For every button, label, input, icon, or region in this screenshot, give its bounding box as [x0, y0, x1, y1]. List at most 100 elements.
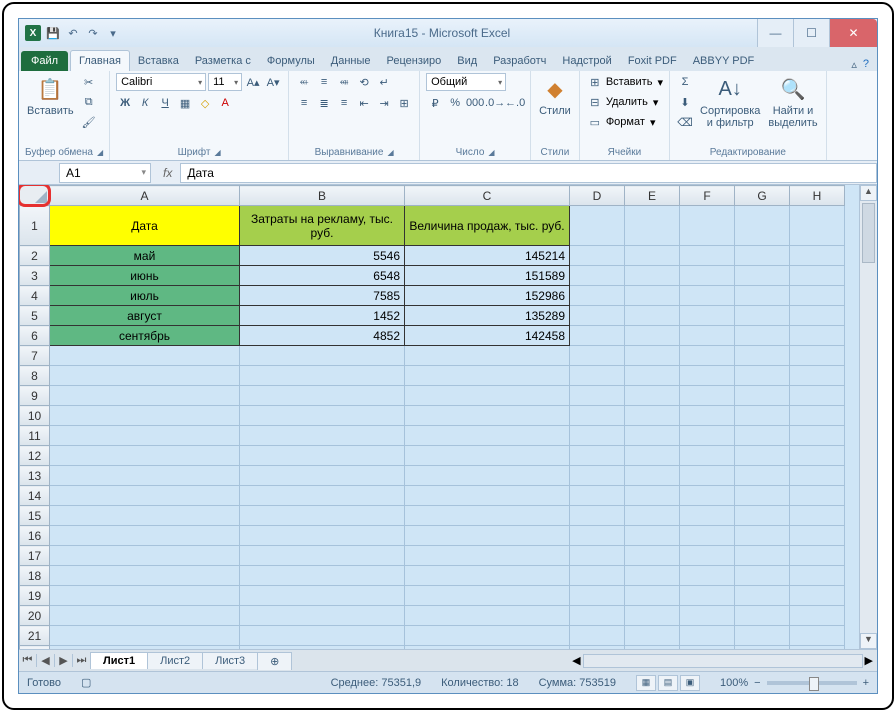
cell[interactable] — [790, 526, 845, 546]
cell[interactable] — [680, 466, 735, 486]
cell[interactable] — [680, 526, 735, 546]
cell[interactable]: июль — [50, 286, 240, 306]
orientation-icon[interactable]: ⟲ — [355, 73, 373, 91]
row-header[interactable]: 15 — [20, 506, 50, 526]
cell[interactable] — [405, 426, 570, 446]
cell[interactable] — [680, 266, 735, 286]
cell[interactable] — [790, 386, 845, 406]
align-middle-icon[interactable]: ≡ — [315, 73, 333, 91]
cell[interactable] — [405, 366, 570, 386]
format-painter-icon[interactable]: 🖌 — [80, 113, 98, 131]
row-header[interactable]: 12 — [20, 446, 50, 466]
row-header[interactable]: 10 — [20, 406, 50, 426]
cell[interactable] — [625, 626, 680, 646]
cell[interactable] — [625, 286, 680, 306]
dialog-launcher-icon[interactable]: ◢ — [214, 148, 220, 157]
cell[interactable] — [570, 426, 625, 446]
fill-icon[interactable]: ⬇ — [676, 93, 694, 111]
cell[interactable] — [625, 586, 680, 606]
scroll-down-icon[interactable]: ▼ — [860, 633, 877, 649]
delete-cells-label[interactable]: Удалить — [606, 96, 648, 108]
cell[interactable] — [680, 446, 735, 466]
cell[interactable] — [570, 306, 625, 326]
cell[interactable] — [625, 566, 680, 586]
cell[interactable] — [790, 326, 845, 346]
view-layout-icon[interactable]: ▤ — [658, 675, 678, 691]
decrease-indent-icon[interactable]: ⇤ — [355, 94, 373, 112]
cell[interactable] — [625, 506, 680, 526]
row-header[interactable]: 17 — [20, 546, 50, 566]
cell[interactable] — [735, 566, 790, 586]
cell[interactable] — [405, 626, 570, 646]
cell[interactable] — [240, 386, 405, 406]
cell[interactable]: Величина продаж, тыс. руб. — [405, 206, 570, 246]
cell[interactable] — [50, 526, 240, 546]
row-header[interactable]: 18 — [20, 566, 50, 586]
cell[interactable] — [735, 506, 790, 526]
row-header[interactable]: 7 — [20, 346, 50, 366]
zoom-out-icon[interactable]: − — [754, 677, 760, 689]
border-icon[interactable]: ▦ — [176, 94, 194, 112]
cell[interactable] — [790, 246, 845, 266]
cell[interactable] — [570, 526, 625, 546]
cell[interactable] — [680, 486, 735, 506]
ribbon-tab[interactable]: Главная — [70, 50, 130, 71]
cell[interactable] — [240, 466, 405, 486]
fx-button[interactable]: fx — [155, 166, 180, 180]
sheet-nav-first-icon[interactable]: ⏮ — [19, 654, 37, 667]
cell[interactable] — [50, 466, 240, 486]
cell[interactable] — [240, 566, 405, 586]
cell[interactable] — [790, 446, 845, 466]
cell[interactable] — [240, 606, 405, 626]
cell[interactable] — [405, 486, 570, 506]
cell[interactable] — [570, 266, 625, 286]
cell[interactable] — [790, 426, 845, 446]
cell[interactable] — [405, 566, 570, 586]
row-header[interactable]: 2 — [20, 246, 50, 266]
cell[interactable]: 151589 — [405, 266, 570, 286]
cell[interactable] — [625, 466, 680, 486]
increase-indent-icon[interactable]: ⇥ — [375, 94, 393, 112]
sort-filter-button[interactable]: A↓ Сортировка и фильтр — [698, 73, 762, 131]
row-header[interactable]: 3 — [20, 266, 50, 286]
cell[interactable]: май — [50, 246, 240, 266]
cell[interactable] — [240, 446, 405, 466]
cell[interactable] — [570, 346, 625, 366]
cell[interactable] — [50, 546, 240, 566]
cell[interactable] — [570, 506, 625, 526]
column-header[interactable]: C — [405, 186, 570, 206]
ribbon-tab[interactable]: ABBYY PDF — [685, 51, 763, 71]
cell[interactable]: 152986 — [405, 286, 570, 306]
zoom-level[interactable]: 100% — [720, 677, 748, 689]
underline-button[interactable]: Ч — [156, 94, 174, 112]
format-cells-label[interactable]: Формат — [606, 116, 645, 128]
app-icon[interactable]: X — [25, 25, 41, 41]
cell[interactable] — [790, 306, 845, 326]
cell[interactable] — [735, 246, 790, 266]
cell[interactable] — [790, 266, 845, 286]
cell[interactable] — [570, 486, 625, 506]
cell[interactable] — [680, 326, 735, 346]
view-normal-icon[interactable]: ▦ — [636, 675, 656, 691]
cell[interactable] — [735, 406, 790, 426]
column-header[interactable]: D — [570, 186, 625, 206]
cell[interactable] — [570, 586, 625, 606]
cell[interactable] — [570, 546, 625, 566]
cell[interactable] — [240, 526, 405, 546]
cell[interactable] — [735, 446, 790, 466]
cell[interactable] — [240, 506, 405, 526]
cell[interactable] — [570, 386, 625, 406]
cell[interactable] — [735, 206, 790, 246]
cell[interactable]: 145214 — [405, 246, 570, 266]
wrap-text-icon[interactable]: ↵ — [375, 73, 393, 91]
row-header[interactable]: 5 — [20, 306, 50, 326]
insert-cells-icon[interactable]: ⊞ — [586, 73, 604, 91]
align-center-icon[interactable]: ≣ — [315, 94, 333, 112]
sheet-nav-prev-icon[interactable]: ◀ — [37, 654, 55, 667]
cell[interactable] — [625, 526, 680, 546]
maximize-button[interactable]: ☐ — [793, 19, 829, 47]
cell[interactable] — [680, 426, 735, 446]
cell[interactable] — [680, 586, 735, 606]
row-header[interactable]: 19 — [20, 586, 50, 606]
ribbon-tab[interactable]: Надстрой — [554, 51, 619, 71]
